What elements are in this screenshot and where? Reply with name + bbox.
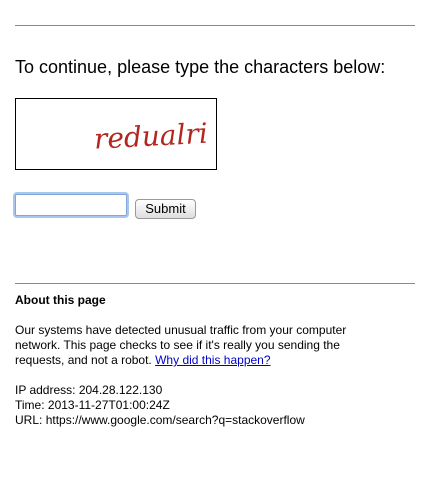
about-description: Our systems have detected unusual traffi… bbox=[15, 323, 415, 368]
about-line-2: network. This page checks to see if it's… bbox=[15, 338, 340, 352]
ip-address-row: IP address: 204.28.122.130 bbox=[15, 383, 305, 398]
about-line-3: requests, and not a robot. Why did this … bbox=[15, 353, 415, 368]
submit-button[interactable]: Submit bbox=[135, 199, 196, 219]
about-line-3-text: requests, and not a robot. bbox=[15, 353, 152, 367]
time-value: 2013-11-27T01:00:24Z bbox=[47, 398, 170, 412]
ip-address-label: IP address: bbox=[15, 383, 76, 397]
request-details: IP address: 204.28.122.130 Time: 2013-11… bbox=[15, 383, 305, 428]
section-divider bbox=[15, 283, 415, 284]
url-row: URL: https://www.google.com/search?q=sta… bbox=[15, 413, 305, 428]
top-divider bbox=[15, 25, 415, 26]
about-line-1: Our systems have detected unusual traffi… bbox=[15, 323, 347, 337]
time-row: Time: 2013-11-27T01:00:24Z bbox=[15, 398, 305, 413]
page-prompt: To continue, please type the characters … bbox=[15, 57, 386, 77]
time-label: Time: bbox=[15, 398, 45, 412]
why-did-this-happen-link[interactable]: Why did this happen? bbox=[155, 353, 270, 367]
captcha-image: redualri bbox=[15, 98, 217, 170]
captcha-answer-input[interactable] bbox=[15, 194, 127, 216]
url-value: https://www.google.com/search?q=stackove… bbox=[45, 413, 305, 427]
ip-address-value: 204.28.122.130 bbox=[78, 383, 163, 397]
captcha-graphic: redualri bbox=[93, 117, 208, 156]
about-heading: About this page bbox=[15, 293, 106, 307]
url-label: URL: bbox=[15, 413, 43, 427]
captcha-text: redualri bbox=[93, 117, 208, 156]
